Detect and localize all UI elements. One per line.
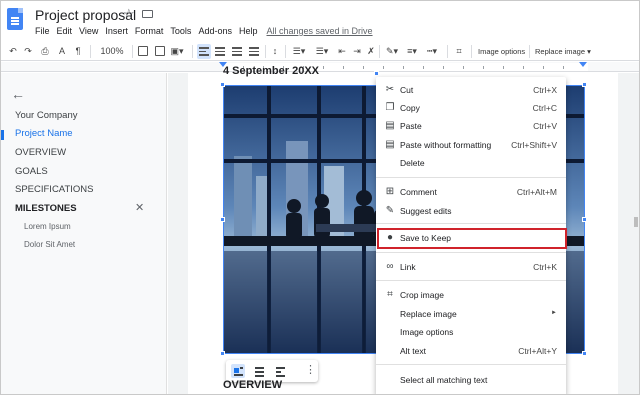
menu-item-alt-text[interactable]: Alt text Ctrl+Alt+Y (376, 342, 566, 360)
replace-image-button[interactable]: Replace image ▾ (535, 44, 591, 59)
paste-icon: ▤ (385, 120, 395, 131)
back-arrow-icon[interactable]: ← (11, 86, 25, 102)
menu-item-delete[interactable]: Delete (376, 154, 566, 172)
menu-help[interactable]: Help (239, 26, 258, 36)
crop-icon: ⌗ (387, 289, 393, 300)
link-icon: ∞ (386, 261, 394, 272)
undo-icon[interactable]: ↶ (7, 44, 19, 59)
menubar: File Edit View Insert Format Tools Add-o… (35, 26, 380, 36)
copy-icon: ❐ (385, 102, 395, 113)
resize-handle-top-right[interactable] (582, 82, 587, 87)
scrollbar-thumb[interactable] (634, 217, 638, 227)
align-right-icon[interactable] (232, 47, 242, 58)
app-window: Project proposal ☆ File Edit View Insert… (0, 0, 640, 395)
menu-item-paste[interactable]: ▤ Paste Ctrl+V (376, 117, 566, 135)
numbered-list-icon[interactable]: ☰▾ (289, 44, 309, 59)
more-options-icon[interactable]: ⋮ (305, 363, 316, 376)
ruler[interactable] (1, 62, 639, 72)
outline-item-dolor-sit-amet[interactable]: Dolor Sit Amet (24, 240, 75, 249)
redo-icon[interactable]: ↷ (22, 44, 34, 59)
highlight-annotation (377, 228, 567, 249)
increase-indent-icon[interactable]: ⇥ (351, 44, 363, 59)
menu-file[interactable]: File (35, 26, 50, 36)
justify-icon[interactable] (249, 47, 259, 58)
print-icon[interactable]: ⎙ (39, 44, 51, 59)
outline-item-milestones[interactable]: MILESTONES (15, 203, 77, 214)
menu-addons[interactable]: Add-ons (198, 26, 232, 36)
align-center-icon[interactable] (215, 47, 225, 58)
wrap-text-icon[interactable] (252, 364, 266, 378)
border-weight-icon[interactable]: ≡▾ (403, 44, 421, 59)
active-indicator (1, 130, 4, 140)
spellcheck-icon[interactable]: A (56, 44, 68, 59)
menu-item-comment[interactable]: ⊞ Comment Ctrl+Alt+M (376, 183, 566, 201)
clear-formatting-icon[interactable]: ✗ (365, 44, 377, 59)
resize-handle-bottom-right[interactable] (582, 351, 587, 356)
resize-handle-top-left[interactable] (220, 82, 225, 87)
menu-item-suggest-edits[interactable]: ✎ Suggest edits (376, 202, 566, 220)
docs-logo-icon[interactable] (7, 8, 23, 30)
saved-status[interactable]: All changes saved in Drive (266, 26, 372, 36)
close-icon[interactable]: ✕ (135, 201, 144, 214)
insert-image-icon[interactable]: ▣▾ (169, 44, 185, 59)
menu-item-crop-image[interactable]: ⌗ Crop image (376, 286, 566, 304)
inline-wrap-icon[interactable] (231, 364, 245, 378)
bulleted-list-icon[interactable]: ☰▾ (312, 44, 332, 59)
outline-item-goals[interactable]: GOALS (15, 166, 48, 177)
milestone-heading[interactable]: 4 September 20XX (223, 65, 319, 77)
header: Project proposal ☆ File Edit View Insert… (1, 1, 639, 41)
star-icon[interactable]: ☆ (123, 6, 135, 22)
menu-view[interactable]: View (79, 26, 98, 36)
zoom-select[interactable]: 100% ▾ (97, 44, 127, 71)
outline-item-lorem-ipsum[interactable]: Lorem Ipsum (24, 222, 71, 231)
menu-item-image-options[interactable]: Image options (376, 323, 566, 341)
outline-item-your-company[interactable]: Your Company (15, 110, 78, 121)
resize-handle-left[interactable] (220, 217, 225, 222)
outline-item-project-name[interactable]: Project Name (15, 128, 73, 139)
decrease-indent-icon[interactable]: ⇤ (336, 44, 348, 59)
menu-item-select-all-matching[interactable]: Select all matching text (376, 371, 566, 389)
add-comment-icon[interactable] (155, 46, 165, 56)
menu-item-link[interactable]: ∞ Link Ctrl+K (376, 258, 566, 276)
image-options-button[interactable]: Image options (478, 44, 525, 59)
resize-handle-right[interactable] (582, 217, 587, 222)
menu-item-paste-plain[interactable]: ▤ Paste without formatting Ctrl+Shift+V (376, 136, 566, 154)
border-dash-icon[interactable]: ┅▾ (423, 44, 441, 59)
pen-icon[interactable]: ✎▾ (383, 44, 401, 59)
document-title[interactable]: Project proposal (35, 7, 136, 23)
rotate-handle[interactable] (374, 71, 379, 76)
right-indent-marker[interactable] (579, 62, 587, 67)
toolbar: ↶ ↷ ⎙ A ¶ 100% ▾ ▣▾ ↕ ☰▾ ☰▾ ⇤ ⇥ ✗ ✎▾ ≡▾ … (1, 42, 639, 71)
document-outline: ← Your Company Project Name OVERVIEW GOA… (1, 73, 167, 394)
break-text-icon[interactable] (273, 364, 287, 378)
line-spacing-icon[interactable]: ↕ (269, 44, 281, 59)
overview-heading[interactable]: OVERVIEW (223, 379, 282, 391)
crop-icon[interactable]: ⌗ (453, 44, 465, 59)
add-comment-icon: ⊞ (385, 186, 395, 197)
insert-comment-icon[interactable] (138, 46, 148, 56)
menu-insert[interactable]: Insert (105, 26, 128, 36)
menu-item-replace-image[interactable]: Replace image ► (376, 305, 566, 323)
menu-format[interactable]: Format (135, 26, 164, 36)
outline-item-overview[interactable]: OVERVIEW (15, 147, 66, 158)
align-left-icon (199, 47, 209, 58)
paint-format-icon[interactable]: ¶ (72, 44, 84, 59)
suggest-edits-icon: ✎ (385, 205, 395, 216)
paste-plain-icon: ▤ (385, 139, 395, 150)
submenu-arrow-icon: ► (551, 310, 557, 316)
menu-item-cut[interactable]: ✂ Cut Ctrl+X (376, 81, 566, 99)
resize-handle-bottom-left[interactable] (220, 351, 225, 356)
menu-edit[interactable]: Edit (57, 26, 73, 36)
move-to-folder-icon[interactable] (142, 10, 153, 18)
menu-item-copy[interactable]: ❐ Copy Ctrl+C (376, 99, 566, 117)
scissors-icon: ✂ (385, 84, 395, 95)
outline-item-specifications[interactable]: SPECIFICATIONS (15, 184, 93, 195)
menu-tools[interactable]: Tools (170, 26, 191, 36)
